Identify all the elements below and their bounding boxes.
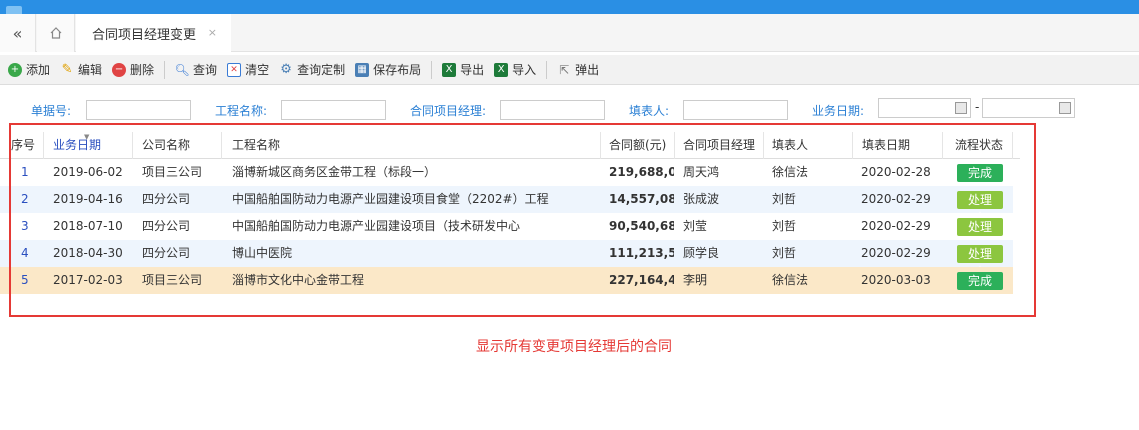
save-layout-button[interactable]: ▦ 保存布局 (355, 61, 421, 78)
toolbar-separator (431, 60, 433, 79)
search-button[interactable]: 🔍︎ 查询 (174, 61, 218, 78)
filler-input[interactable] (683, 100, 788, 120)
close-icon[interactable]: × (208, 26, 217, 39)
calendar-icon[interactable] (1059, 102, 1071, 114)
project-name-input[interactable] (281, 100, 386, 120)
popup-label: 弹出 (575, 63, 600, 77)
custom-query-button[interactable]: ⚙ 查询定制 (279, 61, 345, 78)
delete-label: 删除 (130, 63, 155, 77)
search-icon: 🔍︎ (174, 62, 190, 77)
edit-button[interactable]: ✎ 编辑 (60, 61, 102, 78)
add-label: 添加 (26, 63, 51, 77)
import-button[interactable]: X 导入 (494, 61, 536, 78)
clear-button[interactable]: ✕ 清空 (227, 61, 269, 78)
app-logo (6, 6, 22, 14)
toolbar-separator (546, 60, 548, 79)
contract-pm-input[interactable] (500, 100, 605, 120)
filler-label: 填表人: (629, 104, 670, 118)
import-label: 导入 (512, 63, 537, 77)
delete-button[interactable]: − 删除 (112, 61, 154, 78)
excel-import-icon: X (494, 62, 509, 77)
clear-icon: ✕ (227, 62, 242, 77)
excel-export-icon: X (442, 62, 457, 77)
tab-label: 合同项目经理变更 (92, 27, 197, 43)
biz-date-label: 业务日期: (812, 104, 865, 118)
filter-bar: 单据号: 工程名称: 合同项目经理: 填表人: 业务日期: - (0, 88, 1139, 128)
popup-button[interactable]: ⇱ 弹出 (557, 61, 599, 78)
tab-bar: « 合同项目经理变更 × (0, 14, 1139, 52)
tab-contract-pm-change[interactable]: 合同项目经理变更 × (76, 14, 231, 52)
project-name-label: 工程名称: (215, 104, 268, 118)
doc-no-label: 单据号: (31, 104, 72, 118)
export-button[interactable]: X 导出 (442, 61, 484, 78)
save-layout-label: 保存布局 (373, 63, 422, 77)
pencil-icon: ✎ (61, 62, 73, 77)
external-link-icon: ⇱ (559, 62, 570, 77)
toolbar-separator (164, 60, 166, 79)
clear-label: 清空 (245, 63, 270, 77)
custom-query-label: 查询定制 (297, 63, 346, 77)
toolbar: + 添加 ✎ 编辑 − 删除 🔍︎ 查询 ✕ 清空 ⚙ 查询定制 ▦ 保存布局 X 导出 X 导入… (0, 55, 1139, 85)
layout-icon: ▦ (355, 62, 370, 77)
minus-icon: − (112, 62, 127, 77)
contract-pm-label: 合同项目经理: (410, 104, 487, 118)
doc-no-input[interactable] (86, 100, 191, 120)
biz-date-end-input[interactable] (982, 98, 1075, 118)
home-icon (50, 27, 61, 39)
edit-label: 编辑 (78, 63, 103, 77)
biz-date-start-input[interactable] (878, 98, 971, 118)
search-label: 查询 (193, 63, 218, 77)
add-button[interactable]: + 添加 (8, 61, 50, 78)
export-label: 导出 (460, 63, 485, 77)
annotation-note: 显示所有变更项目经理后的合同 (476, 339, 672, 355)
collapse-menu-button[interactable]: « (0, 14, 36, 52)
date-range-separator: - (975, 100, 980, 114)
home-tab[interactable] (37, 14, 75, 52)
highlight-box (9, 123, 1036, 317)
plus-icon: + (8, 62, 22, 77)
app-header-bar (0, 0, 1139, 14)
gear-icon: ⚙ (280, 62, 292, 77)
calendar-icon[interactable] (955, 102, 967, 114)
